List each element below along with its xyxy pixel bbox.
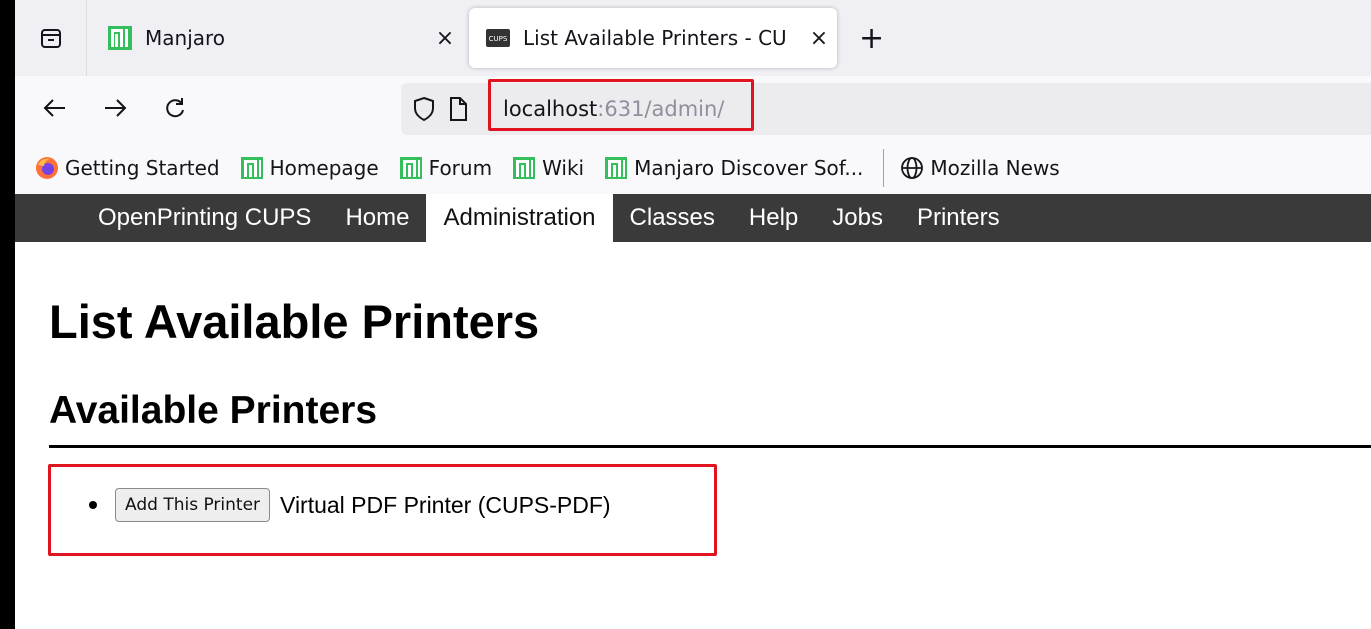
close-icon[interactable]: × — [427, 26, 463, 51]
forward-button[interactable] — [97, 90, 133, 126]
nav-administration[interactable]: Administration — [426, 194, 613, 242]
bookmark-forum[interactable]: Forum — [399, 156, 492, 180]
bookmark-label: Wiki — [542, 156, 585, 180]
bookmark-label: Forum — [428, 156, 493, 180]
section-title: Available Printers — [49, 389, 378, 432]
tab-title: Manjaro — [145, 26, 226, 50]
bookmark-separator — [883, 149, 885, 187]
globe-icon — [901, 157, 924, 179]
nav-jobs[interactable]: Jobs — [815, 194, 900, 242]
back-button[interactable] — [37, 90, 73, 126]
url-highlight-box — [488, 79, 754, 131]
bookmark-label: Homepage — [269, 156, 379, 180]
firefox-icon — [36, 157, 58, 179]
new-tab-button[interactable]: + — [859, 22, 884, 56]
nav-openprinting-cups[interactable]: OpenPrinting CUPS — [81, 194, 328, 242]
manjaro-icon — [399, 157, 422, 179]
reload-icon — [166, 98, 184, 118]
svg-text:CUPS: CUPS — [489, 35, 508, 43]
tab-cups[interactable]: CUPS List Available Printers - CU × — [469, 8, 837, 68]
nav-printers[interactable]: Printers — [900, 194, 1017, 242]
close-icon[interactable]: × — [801, 26, 837, 51]
arrow-right-icon — [105, 99, 127, 117]
page-icon[interactable] — [447, 96, 469, 122]
manjaro-icon — [108, 26, 132, 50]
bookmark-getting-started[interactable]: Getting Started — [35, 156, 220, 180]
bookmark-wiki[interactable]: Wiki — [512, 156, 584, 180]
tab-overview-button[interactable] — [15, 0, 87, 76]
tab-title: List Available Printers - CU — [523, 26, 787, 50]
bookmarks-bar: Getting Started Homepage Forum Wiki Manj… — [15, 142, 1371, 194]
nav-help[interactable]: Help — [732, 194, 815, 242]
bookmark-label: Mozilla News — [930, 156, 1060, 180]
manjaro-icon — [513, 157, 536, 179]
manjaro-icon — [240, 157, 263, 179]
bookmark-manjaro-discover[interactable]: Manjaro Discover Sof... — [604, 156, 863, 180]
browser-window: Manjaro × CUPS List Available Printers -… — [15, 0, 1371, 629]
cups-nav: OpenPrinting CUPS Home Administration Cl… — [15, 194, 1371, 242]
bookmark-label: Manjaro Discover Sof... — [634, 156, 864, 180]
printer-highlight-box — [48, 464, 717, 556]
bookmark-mozilla-news[interactable]: Mozilla News — [900, 156, 1060, 180]
nav-home[interactable]: Home — [328, 194, 426, 242]
arrow-left-icon — [43, 99, 65, 117]
cups-icon: CUPS — [486, 29, 510, 47]
nav-classes[interactable]: Classes — [613, 194, 732, 242]
bookmark-label: Getting Started — [65, 156, 220, 180]
shield-icon[interactable] — [411, 95, 437, 123]
tab-manjaro[interactable]: Manjaro × — [91, 8, 463, 68]
tab-list-icon — [40, 29, 61, 48]
tab-strip: Manjaro × CUPS List Available Printers -… — [15, 0, 1371, 80]
manjaro-icon — [605, 157, 628, 179]
reload-button[interactable] — [157, 90, 193, 126]
section-divider — [49, 445, 1371, 448]
bookmark-homepage[interactable]: Homepage — [240, 156, 379, 180]
page-title: List Available Printers — [49, 295, 540, 348]
